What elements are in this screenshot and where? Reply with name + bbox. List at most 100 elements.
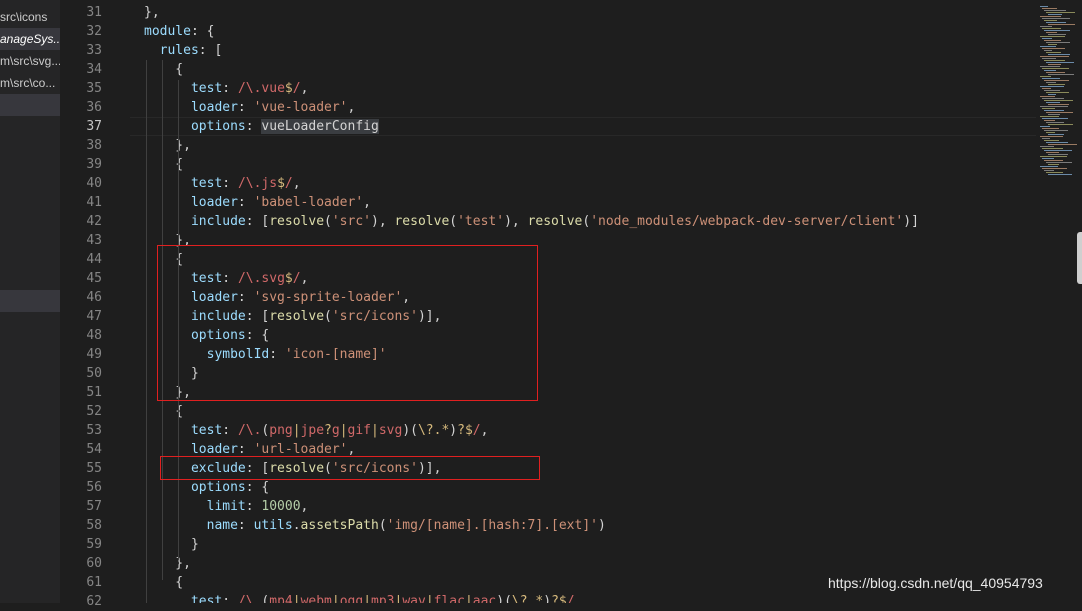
- code-token: |: [425, 594, 434, 603]
- code-token: |: [371, 423, 379, 438]
- minimap-line: [1042, 138, 1050, 139]
- code-token: assetsPath: [300, 518, 379, 533]
- scrollbar-thumb[interactable]: [1077, 232, 1082, 284]
- code-token: :: [237, 518, 254, 533]
- code-token: ): [543, 594, 552, 603]
- line-number: 61: [86, 575, 102, 590]
- code-token: :: [237, 442, 254, 457]
- minimap[interactable]: [1036, 0, 1082, 603]
- minimap-line: [1048, 114, 1060, 115]
- minimap-line: [1040, 6, 1048, 7]
- code-line[interactable]: test: /\.(mp4|webm|ogg|mp3|wav|flac|aac)…: [144, 592, 582, 603]
- minimap-line: [1048, 84, 1065, 85]
- sidebar-item-src-icons[interactable]: src\icons: [0, 6, 60, 28]
- code-line[interactable]: test: /\.js$/,: [144, 174, 301, 193]
- minimap-line: [1044, 70, 1056, 71]
- code-token: : {: [245, 480, 270, 495]
- minimap-line: [1046, 82, 1056, 83]
- line-number: 31: [86, 5, 102, 20]
- code-token: vue: [261, 81, 285, 96]
- code-line[interactable]: name: utils.assetsPath('img/[name].[hash…: [144, 516, 606, 535]
- minimap-line: [1046, 42, 1070, 43]
- code-line[interactable]: }: [144, 535, 199, 554]
- line-number: 47: [86, 309, 102, 324]
- code-line[interactable]: },: [144, 554, 191, 573]
- minimap-line: [1046, 112, 1073, 113]
- code-token: :: [245, 499, 262, 514]
- code-line[interactable]: limit: 10000,: [144, 497, 309, 516]
- line-number: 42: [86, 214, 102, 229]
- code-token: },: [144, 138, 191, 153]
- highlight-box-svg-rule: [157, 245, 538, 401]
- code-token: svg: [378, 423, 403, 438]
- code-line[interactable]: {: [144, 60, 183, 79]
- code-token: {: [144, 575, 184, 590]
- code-token: options: [144, 119, 246, 134]
- line-number: 54: [86, 442, 102, 457]
- code-line[interactable]: loader: 'vue-loader',: [144, 98, 355, 117]
- code-token: loader: [144, 195, 238, 210]
- line-number: 51: [86, 385, 102, 400]
- code-line[interactable]: {: [144, 573, 183, 592]
- code-line[interactable]: rules: [: [144, 41, 223, 60]
- code-token: /\.: [237, 81, 262, 96]
- code-token: 'node_modules/webpack-dev-server/client': [590, 214, 904, 229]
- code-token: 'vue-loader': [253, 100, 348, 115]
- minimap-line: [1042, 118, 1068, 119]
- line-number-gutter: 31 32 33 34 35 36 37 38 39 40 41 42 43 44 45 46 47 48 49 50…: [60, 0, 116, 609]
- code-line[interactable]: test: /\.vue$/,: [144, 79, 308, 98]
- sidebar-item-src-svg[interactable]: m\src\svg...: [0, 50, 60, 72]
- line-number: 40: [86, 176, 102, 191]
- code-line[interactable]: module: {: [144, 22, 214, 41]
- code-token: ,: [347, 100, 356, 115]
- code-token: ): [402, 423, 411, 438]
- line-number: 57: [86, 499, 102, 514]
- minimap-line: [1040, 86, 1064, 87]
- code-token: : {: [190, 24, 215, 39]
- minimap-line: [1042, 158, 1054, 159]
- minimap-line: [1046, 132, 1055, 133]
- line-number: 43: [86, 233, 102, 248]
- sidebar-item-managesys[interactable]: anageSys...: [0, 28, 60, 50]
- code-token: png: [269, 423, 293, 438]
- code-token: ),: [371, 214, 395, 229]
- code-token: 10000: [261, 499, 301, 514]
- sidebar-item-selected-row[interactable]: [0, 290, 60, 312]
- minimap-line: [1042, 88, 1051, 89]
- minimap-line: [1044, 60, 1065, 61]
- line-number: 33: [86, 43, 102, 58]
- code-token: loader: [144, 442, 238, 457]
- minimap-line: [1044, 40, 1061, 41]
- code-line[interactable]: },: [144, 136, 191, 155]
- minimap-line: [1048, 174, 1072, 175]
- line-number: 41: [86, 195, 102, 210]
- code-token: ,: [300, 499, 309, 514]
- code-token: :: [237, 195, 254, 210]
- sidebar-item-src-co[interactable]: m\src\co...: [0, 72, 60, 94]
- minimap-line: [1040, 136, 1063, 137]
- code-token: 'babel-loader': [253, 195, 364, 210]
- code-token: /: [566, 594, 575, 603]
- code-line[interactable]: },: [144, 3, 160, 22]
- line-number: 45: [86, 271, 102, 286]
- sidebar-item-highlight[interactable]: [0, 94, 60, 116]
- minimap-line: [1046, 172, 1063, 173]
- code-token: },: [144, 5, 160, 20]
- code-token: ?$: [457, 423, 473, 438]
- code-token: ,: [292, 176, 301, 191]
- minimap-line: [1046, 22, 1066, 23]
- code-token: limit: [144, 499, 246, 514]
- minimap-line: [1040, 166, 1058, 167]
- minimap-line: [1042, 98, 1064, 99]
- minimap-line: [1042, 8, 1057, 9]
- code-token: :: [222, 176, 238, 191]
- code-line[interactable]: include: [resolve('src'), resolve('test'…: [144, 212, 919, 231]
- code-line[interactable]: test: /\.(png|jpe?g|gif|svg)(\?.*)?$/,: [144, 421, 488, 440]
- line-number: 52: [86, 404, 102, 419]
- watermark: https://blog.csdn.net/qq_40954793: [828, 575, 1043, 591]
- minimap-line: [1048, 94, 1056, 95]
- minimap-line: [1044, 90, 1060, 91]
- minimap-line: [1042, 18, 1070, 19]
- minimap-line: [1044, 130, 1068, 131]
- code-line[interactable]: options: vueLoaderConfig: [144, 117, 379, 136]
